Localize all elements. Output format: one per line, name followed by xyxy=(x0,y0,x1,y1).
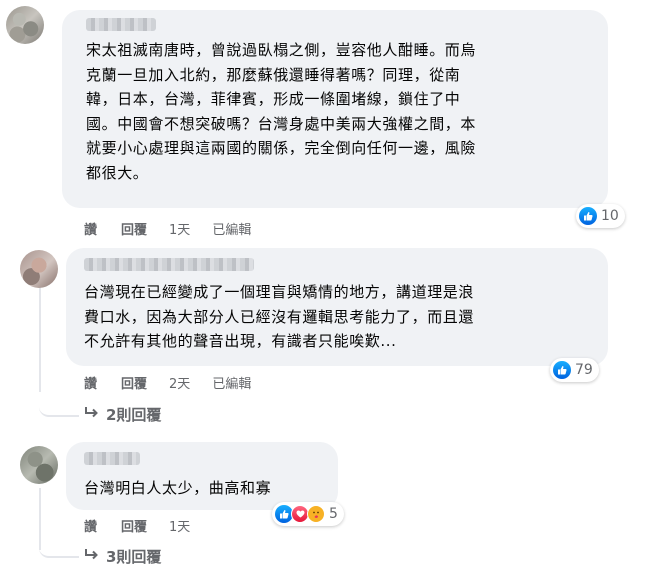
reaction-count: 79 xyxy=(575,362,593,378)
like-icon xyxy=(579,207,597,225)
thread-connector xyxy=(39,282,41,392)
thread-connector xyxy=(39,385,79,417)
reply-arrow-icon xyxy=(84,406,100,424)
reply-button[interactable]: 回覆 xyxy=(121,219,147,238)
thread-connector xyxy=(39,530,79,558)
reaction-summary[interactable]: 79 xyxy=(550,358,599,382)
view-replies-link[interactable]: 3則回覆 xyxy=(84,546,161,567)
commenter-name[interactable] xyxy=(84,258,254,271)
comments-section: 宋太祖滅南唐時，曾說過臥榻之側，豈容他人酣睡。而烏 克蘭一旦加入北約，那麼蘇俄還睡… xyxy=(0,0,656,574)
comment-text: 台灣現在已經變成了一個理盲與矯情的地方，講道理是浪 費口水，因為大部分人已經沒有邏… xyxy=(84,283,475,350)
reaction-summary[interactable]: 10 xyxy=(576,204,625,228)
comment-actions: 讚 回覆 2天 已編輯 xyxy=(84,373,251,392)
edited-label: 已編輯 xyxy=(212,223,252,238)
care-icon xyxy=(307,505,325,523)
reaction-count: 10 xyxy=(601,208,619,224)
replies-count-label: 3則回覆 xyxy=(106,548,162,566)
reaction-count: 5 xyxy=(329,506,338,522)
like-icon xyxy=(553,361,571,379)
edited-label: 已編輯 xyxy=(212,377,252,392)
comment-bubble: 宋太祖滅南唐時，曾說過臥榻之側，豈容他人酣睡。而烏 克蘭一旦加入北約，那麼蘇俄還睡… xyxy=(62,10,608,208)
timestamp[interactable]: 1天 xyxy=(169,516,190,535)
comment-text: 台灣明白人太少，曲高和寡 xyxy=(84,479,272,497)
comment-actions: 讚 回覆 1天 xyxy=(84,516,190,535)
comment-bubble: 台灣明白人太少，曲高和寡 xyxy=(66,442,338,510)
like-button[interactable]: 讚 xyxy=(84,516,97,535)
reply-button[interactable]: 回覆 xyxy=(121,516,147,535)
commenter-name[interactable] xyxy=(86,18,156,31)
replies-count-label: 2則回覆 xyxy=(106,406,162,424)
timestamp[interactable]: 2天 xyxy=(169,373,190,392)
comment-actions: 讚 回覆 1天 已編輯 xyxy=(84,219,251,238)
reply-arrow-icon xyxy=(84,548,100,566)
like-button[interactable]: 讚 xyxy=(84,219,97,238)
comment-text: 宋太祖滅南唐時，曾說過臥榻之側，豈容他人酣睡。而烏 克蘭一旦加入北約，那麼蘇俄還睡… xyxy=(86,41,477,182)
comment-bubble: 台灣現在已經變成了一個理盲與矯情的地方，講道理是浪 費口水，因為大部分人已經沒有邏… xyxy=(66,248,608,366)
avatar[interactable] xyxy=(20,446,58,484)
reaction-summary[interactable]: 5 xyxy=(272,502,344,526)
avatar[interactable] xyxy=(6,6,44,44)
like-button[interactable]: 讚 xyxy=(84,373,97,392)
avatar[interactable] xyxy=(20,250,58,288)
reply-button[interactable]: 回覆 xyxy=(121,373,147,392)
commenter-name[interactable] xyxy=(84,452,140,465)
view-replies-link[interactable]: 2則回覆 xyxy=(84,404,161,425)
timestamp[interactable]: 1天 xyxy=(169,219,190,238)
